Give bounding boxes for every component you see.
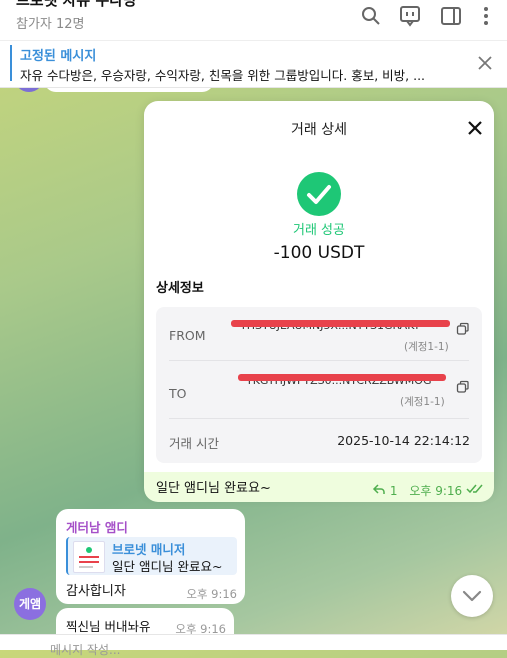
divider — [169, 418, 469, 419]
reply-count[interactable]: 1 — [390, 484, 398, 498]
message-meta: 1 오후 9:16 — [372, 482, 486, 499]
member-count: 참가자 12명 — [16, 17, 85, 32]
close-icon[interactable] — [466, 119, 484, 137]
reply-preview[interactable]: 브로넷 매니저 일단 앰디님 완료요~ — [66, 537, 237, 575]
copy-icon[interactable] — [456, 321, 470, 335]
chat-title[interactable]: 브로넷 자유 수다방 — [16, 0, 137, 10]
transaction-status: 거래 성공 — [293, 223, 345, 238]
outgoing-message[interactable]: 일단 앰디님 완료요~ 1 오후 9:16 — [144, 472, 494, 502]
reply-text: 일단 앰디님 완료요~ — [112, 559, 223, 574]
sidebar-icon[interactable] — [439, 4, 463, 28]
incoming-message[interactable]: 게터남 앰디 브로넷 매니저 일단 앰디님 완료요~ 감사합니자 오후 9:16 — [56, 509, 245, 604]
chat-header: 브로넷 자유 수다방 참가자 12명 — [0, 0, 507, 40]
from-account: (계정1-1) — [404, 341, 449, 353]
to-label: TO — [169, 386, 187, 401]
message-input[interactable]: 메시지 작성... — [50, 641, 120, 658]
message-input-bar: 메시지 작성... — [0, 634, 507, 657]
redaction-mark — [231, 320, 450, 327]
to-account: (계정1-1) — [400, 396, 445, 408]
reply-thumbnail — [73, 541, 105, 573]
comment-icon[interactable] — [398, 4, 422, 28]
details-card: FROM THSTUJEAUMNJ5X...NTTS1GRAKT (계정1-1)… — [156, 307, 482, 463]
double-check-icon — [466, 483, 486, 498]
avatar[interactable]: 게앰 — [14, 588, 46, 620]
message-time: 오후 9:16 — [409, 484, 463, 498]
scroll-down-button[interactable] — [451, 575, 493, 617]
transaction-amount: -100 USDT — [273, 243, 365, 263]
details-heading: 상세정보 — [156, 281, 204, 296]
copy-icon[interactable] — [456, 379, 470, 393]
reply-icon[interactable] — [372, 482, 386, 499]
check-icon — [297, 172, 341, 216]
from-label: FROM — [169, 328, 206, 343]
sender-name[interactable]: 게터남 앰디 — [66, 517, 128, 536]
message-text: 감사합니자 — [66, 584, 126, 599]
pinned-text: 자유 수다방은, 우승자랑, 수익자랑, 친목을 위한 그룹방입니다. 홍보, … — [20, 68, 426, 83]
divider — [169, 360, 469, 361]
modal-title: 거래 상세 — [291, 122, 347, 138]
pinned-message[interactable]: 고정된 메시지 자유 수다방은, 우승자랑, 수익자랑, 친목을 위한 그룹방입… — [0, 40, 507, 88]
time-label: 거래 시간 — [169, 436, 219, 451]
pinned-accent-bar — [10, 45, 12, 81]
more-icon[interactable] — [474, 4, 498, 28]
redaction-mark — [238, 374, 446, 381]
transaction-detail-card: 거래 상세 거래 성공 -100 USDT 상세정보 FROM THSTUJEA… — [144, 101, 494, 496]
time-value: 2025-10-14 22:14:12 — [337, 433, 470, 448]
search-icon[interactable] — [359, 4, 383, 28]
pinned-title: 고정된 메시지 — [20, 49, 97, 64]
message-text: 일단 앰디님 완료요~ — [156, 481, 271, 496]
message-text: 찍신님 버내놔유 — [66, 619, 151, 634]
message-time: 오후 9:16 — [186, 587, 237, 601]
close-icon[interactable] — [477, 55, 493, 71]
